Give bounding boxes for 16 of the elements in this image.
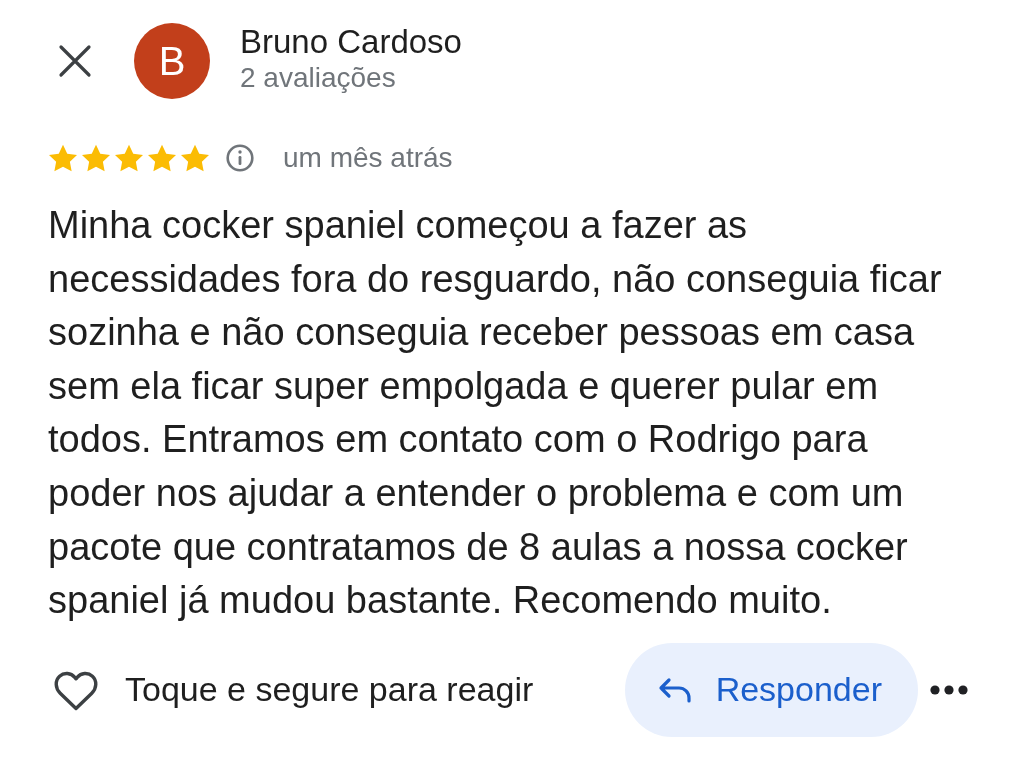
review-text: Minha cocker spaniel começou a fazer as necessidades fora do resguardo, não conseguia ficar sozinha e não conseguia receber pessoas em casa sem ela ficar super empolgada e querer pular em todos. Entramos em contato com o Rodrigo para poder nos ajudar a entender o problema e com um pacote que contratamos de 8 aulas a nossa cocker spaniel já mudou bastante. Recomendo muito.: [48, 203, 943, 624]
star-icon: [114, 143, 144, 173]
star-icon: [147, 143, 177, 173]
star-icon: [81, 143, 111, 173]
reply-icon: [657, 676, 692, 703]
reply-button[interactable]: Responder: [624, 642, 918, 737]
react-hint: Toque e segure para reagir: [125, 670, 535, 710]
star-icon: [180, 143, 210, 173]
avatar[interactable]: B: [134, 23, 210, 99]
more-icon[interactable]: [930, 684, 968, 695]
close-icon[interactable]: [57, 43, 93, 79]
info-icon[interactable]: [226, 144, 254, 172]
star-icon: [48, 143, 78, 173]
review-count: 2 avaliações: [240, 61, 397, 95]
review-time: um mês atrás: [283, 142, 453, 174]
reviewer-name[interactable]: Bruno Cardoso: [240, 23, 462, 61]
